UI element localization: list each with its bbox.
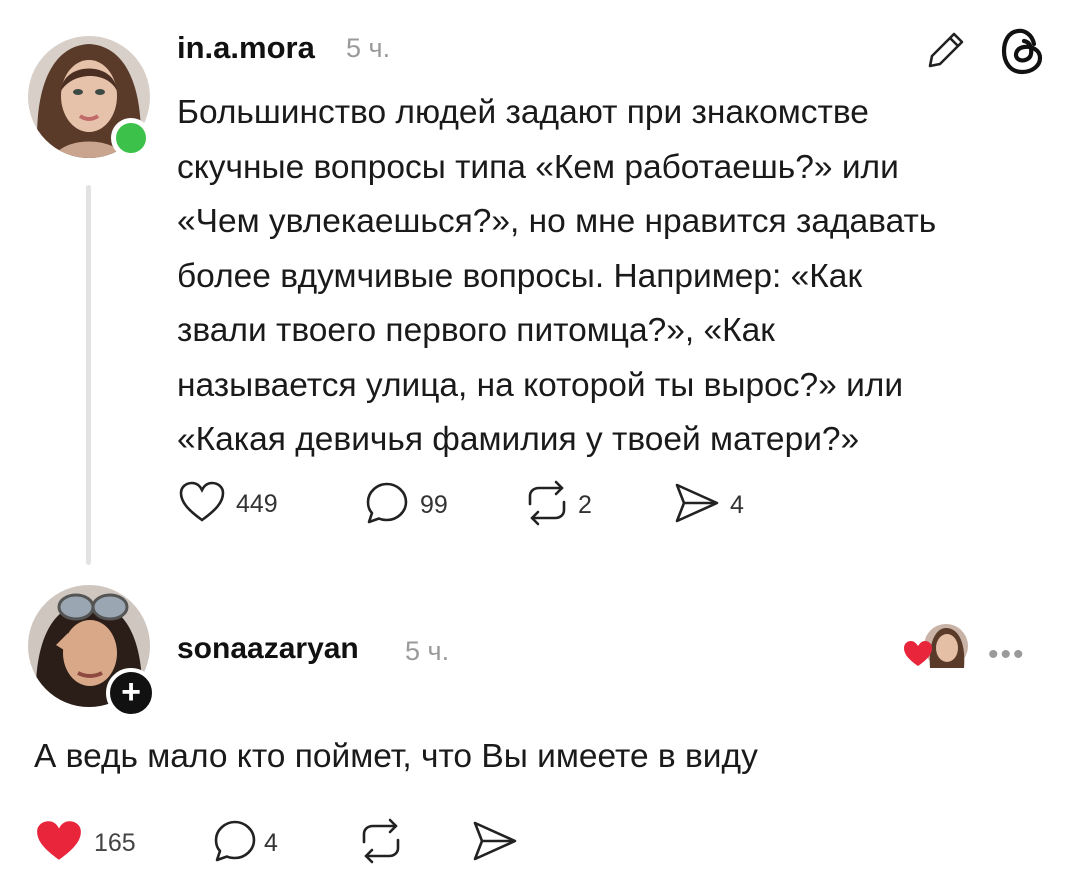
follow-button[interactable]: + [106, 668, 156, 718]
reply-reply-count: 4 [264, 829, 278, 857]
repost-icon [356, 818, 406, 869]
reply-time: 5 ч. [405, 636, 450, 666]
reply-like-button[interactable]: 165 [34, 818, 136, 869]
threads-logo [1000, 26, 1046, 81]
reply-like-count: 165 [94, 829, 136, 857]
post-text-line: называется улица, на которой ты вырос?» … [177, 366, 904, 404]
edit-button[interactable] [922, 28, 968, 79]
threads-logo-icon [1000, 26, 1046, 81]
like-button[interactable]: 449 [178, 480, 278, 529]
post-text-line: «Чем увлекаешься?», но мне нравится зада… [177, 203, 937, 240]
send-icon [470, 818, 520, 869]
post-text-line: скучные вопросы типа «Кем работаешь?» ил… [177, 148, 899, 186]
share-button[interactable]: 4 [672, 480, 744, 531]
author-liked-indicator [904, 624, 970, 670]
reply-repost-button[interactable] [356, 818, 406, 869]
share-count: 4 [730, 491, 744, 519]
post-text-line: Большинство людей задают при знакомстве [177, 94, 869, 131]
reply-count: 99 [420, 491, 448, 519]
post-text: Большинство людей задают при знакомстве … [177, 86, 1047, 468]
post-time: 5 ч. [346, 33, 391, 63]
repost-count: 2 [578, 491, 592, 519]
edit-icon [922, 28, 968, 79]
post-text-line: «Какая девичья фамилия у твоей матери?» [177, 421, 860, 458]
more-options-button[interactable]: ••• [988, 638, 1026, 672]
thread-line [86, 185, 91, 565]
heart-icon [178, 480, 226, 529]
comment-icon [364, 480, 410, 531]
reply-text: А ведь мало кто поймет, что Вы имеете в … [34, 738, 758, 775]
comment-icon [212, 818, 258, 869]
main-post: in.a.mora 5 ч. Большинство людей задают … [0, 0, 1080, 580]
reply-username[interactable]: sonaazaryan [177, 632, 359, 666]
post-text-line: звали твоего первого питомца?», «Как [177, 312, 775, 349]
post-text-line: более вдумчивые вопросы. Например: «Как [177, 257, 863, 295]
online-status-dot [111, 118, 151, 158]
author-username[interactable]: in.a.mora [177, 30, 315, 66]
reply-share-button[interactable] [470, 818, 520, 869]
reply-button[interactable]: 99 [364, 480, 448, 531]
repost-icon [522, 480, 572, 531]
reply-reply-button[interactable]: 4 [212, 818, 278, 869]
send-icon [672, 480, 722, 531]
repost-button[interactable]: 2 [522, 480, 592, 531]
like-count: 449 [236, 490, 278, 518]
heart-filled-icon [34, 818, 84, 869]
